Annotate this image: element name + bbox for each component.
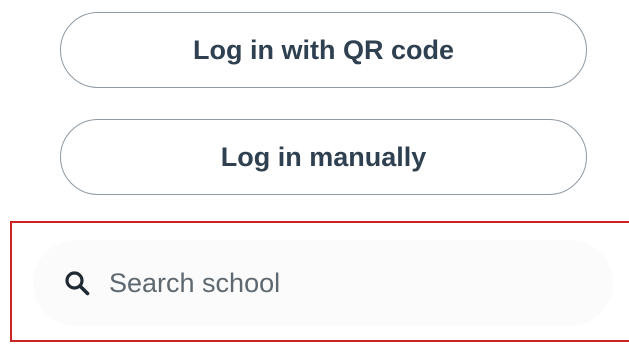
- login-with-qr-button[interactable]: Log in with QR code: [60, 12, 587, 88]
- search-school-field[interactable]: [33, 240, 613, 326]
- search-icon: [64, 270, 90, 296]
- search-input[interactable]: [109, 267, 549, 299]
- login-manually-button[interactable]: Log in manually: [60, 119, 587, 195]
